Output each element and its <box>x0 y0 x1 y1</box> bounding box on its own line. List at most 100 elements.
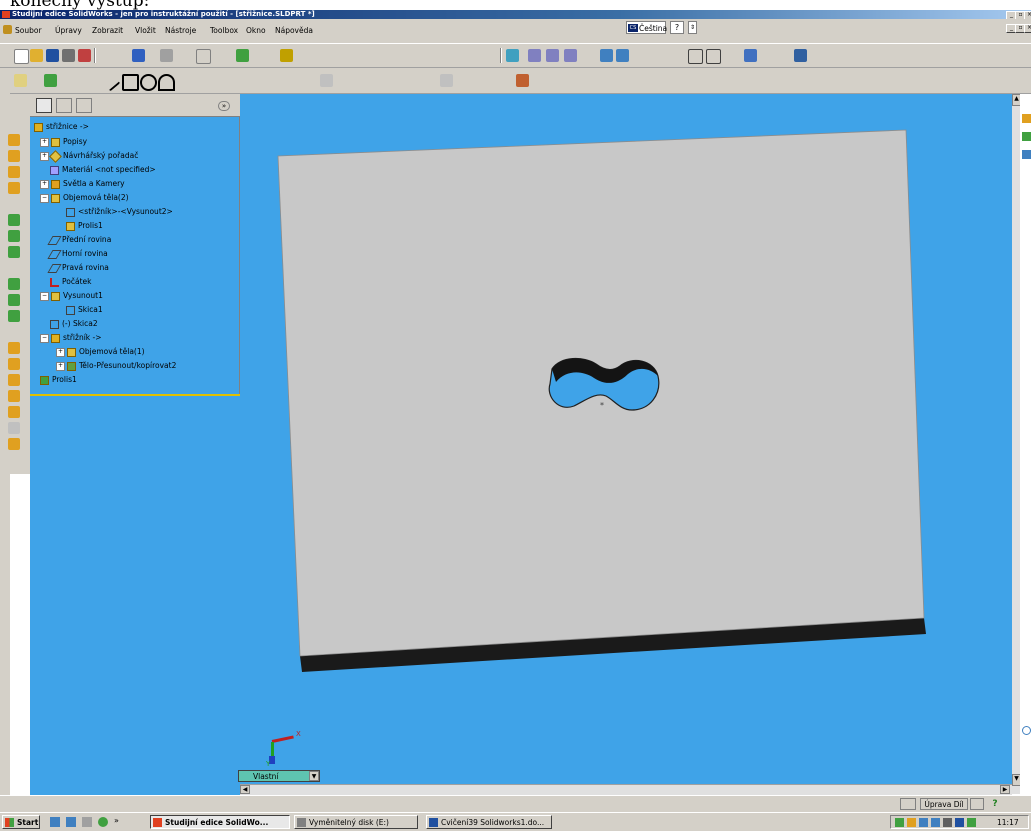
zoom-area-icon[interactable] <box>546 49 559 62</box>
menu-soubor[interactable]: Soubor <box>15 26 42 35</box>
help-icon[interactable]: ? <box>670 21 684 34</box>
tree-item-extrude1[interactable]: − Vysunout1 <box>40 291 103 301</box>
select-icon[interactable] <box>196 49 211 64</box>
tree-item-front-plane[interactable]: Přední rovina <box>47 235 111 245</box>
expand-icon[interactable]: + <box>40 179 49 189</box>
tree-item-move-copy[interactable]: + Tělo-Přesunout/kopírovat2 <box>56 361 176 371</box>
options-icon[interactable]: ⇕ <box>688 21 697 34</box>
tree-item-top-plane[interactable]: Horní rovina <box>47 249 108 259</box>
doc-close-button[interactable]: × <box>1024 24 1031 33</box>
network-icon[interactable] <box>931 818 940 827</box>
rib-icon[interactable] <box>8 310 20 322</box>
trim-icon[interactable] <box>440 74 453 87</box>
tree-item-sketch2[interactable]: (-) Skica2 <box>50 319 98 329</box>
sweep-icon[interactable] <box>8 166 20 178</box>
pattern-icon[interactable] <box>8 342 20 354</box>
tree-item-body-1[interactable]: <střižník>-<Vysunout2> <box>66 207 173 217</box>
view-orientation-dropdown[interactable]: Vlastní ▼ <box>238 770 320 782</box>
tray-icon[interactable] <box>955 818 964 827</box>
collapse-icon[interactable]: − <box>40 291 49 301</box>
deform-icon[interactable] <box>8 406 20 418</box>
spline-icon[interactable] <box>252 74 265 87</box>
revolve-boss-icon[interactable] <box>8 150 20 162</box>
horizontal-scrollbar[interactable]: ◀ ▶ <box>240 784 1012 795</box>
tree-item-origin[interactable]: Počátek <box>50 277 91 287</box>
tree-item-root[interactable]: střižnice -> <box>34 122 89 132</box>
graphics-area[interactable]: * X Y Vlastní ▼ <box>238 94 1012 784</box>
menu-nastroje[interactable]: Nástroje <box>165 26 196 35</box>
shaded-icon[interactable] <box>744 49 757 62</box>
chevron-right-icon[interactable]: » <box>114 816 119 825</box>
arc-icon[interactable] <box>158 74 175 91</box>
wrap-icon[interactable] <box>8 422 20 434</box>
tree-item-right-plane[interactable]: Pravá rovina <box>47 263 109 273</box>
circle-icon[interactable] <box>140 74 157 91</box>
expand-icon[interactable]: + <box>56 347 65 357</box>
zoom-in-out-icon[interactable] <box>564 49 577 62</box>
menu-vlozit[interactable]: Vložit <box>135 26 156 35</box>
options-icon[interactable] <box>280 49 293 62</box>
show-desktop-icon[interactable] <box>50 817 60 827</box>
player-icon[interactable] <box>98 817 108 827</box>
task-word-document[interactable]: Cvičení39 Solidworks1.do... <box>426 815 552 829</box>
home-icon[interactable] <box>1022 114 1031 123</box>
tree-item-cavity[interactable]: Prolis1 <box>40 375 77 385</box>
open-file-icon[interactable] <box>30 49 43 62</box>
mirror-feature-icon[interactable] <box>8 358 20 370</box>
expand-icon[interactable]: + <box>56 361 65 371</box>
redo-icon[interactable] <box>160 49 173 62</box>
network-icon[interactable] <box>919 818 928 827</box>
media-icon[interactable] <box>82 817 92 827</box>
language-selector[interactable]: Čeština <box>626 21 667 34</box>
tree-item-annotations[interactable]: + Popisy <box>40 137 87 147</box>
tree-item-body-2[interactable]: Prolis1 <box>66 221 103 231</box>
loft-icon[interactable] <box>8 182 20 194</box>
expand-pane-icon[interactable] <box>1022 726 1031 735</box>
collapse-panel-icon[interactable]: » <box>218 101 230 111</box>
tree-item-solid-bodies[interactable]: − Objemová těla(2) <box>40 193 129 203</box>
cut-extrude-icon[interactable] <box>8 214 20 226</box>
view-orientation-icon[interactable] <box>506 49 519 62</box>
tree-item-sketch1[interactable]: Skica1 <box>66 305 103 315</box>
task-solidworks[interactable]: Studijní edice SolidWo... <box>150 815 290 829</box>
library-icon[interactable] <box>1022 132 1031 141</box>
dome-icon[interactable] <box>8 390 20 402</box>
help-icon[interactable]: ? <box>988 798 1002 810</box>
tray-icon[interactable] <box>895 818 904 827</box>
tab-feature-manager[interactable] <box>36 98 52 113</box>
scroll-right-button[interactable]: ▶ <box>1000 785 1010 794</box>
zoom-fit-icon[interactable] <box>528 49 541 62</box>
properties-icon[interactable] <box>78 49 91 62</box>
start-button[interactable]: Start <box>2 815 40 829</box>
browser-icon[interactable] <box>66 817 76 827</box>
explorer-icon[interactable] <box>1022 150 1031 159</box>
fillet-icon[interactable] <box>8 230 20 242</box>
hole-wizard-icon[interactable] <box>8 374 20 386</box>
extrude-boss-icon[interactable] <box>8 134 20 146</box>
tree-item-design-binder[interactable]: + Návrhářský pořadač <box>40 149 138 163</box>
chevron-down-icon[interactable]: ▼ <box>309 771 319 781</box>
tree-item-lights[interactable]: + Světla a Kamery <box>40 179 125 189</box>
repair-sketch-icon[interactable] <box>516 74 529 87</box>
pan-icon[interactable] <box>616 49 629 62</box>
menu-upravy[interactable]: Úpravy <box>55 26 82 35</box>
collapse-icon[interactable]: − <box>40 193 49 203</box>
tray-icon[interactable] <box>967 818 976 827</box>
menu-okno[interactable]: Okno <box>246 26 266 35</box>
undo-icon[interactable] <box>132 49 145 62</box>
print-icon[interactable] <box>62 49 75 62</box>
menu-zobrazit[interactable]: Zobrazit <box>92 26 123 35</box>
expand-icon[interactable]: + <box>40 137 49 147</box>
menu-toolbox[interactable]: Toolbox <box>210 26 238 35</box>
sketch-icon[interactable] <box>14 74 27 87</box>
hidden-lines-icon[interactable] <box>706 49 721 64</box>
tab-property-manager[interactable] <box>56 98 72 113</box>
wireframe-icon[interactable] <box>688 49 703 64</box>
point-icon[interactable] <box>270 74 283 87</box>
tab-configuration-manager[interactable] <box>76 98 92 113</box>
line-icon[interactable] <box>100 71 121 92</box>
task-removable-disk[interactable]: Vyměnitelný disk (E:) <box>294 815 418 829</box>
scroll-left-button[interactable]: ◀ <box>240 785 250 794</box>
new-file-icon[interactable] <box>14 49 29 64</box>
rotate-icon[interactable] <box>600 49 613 62</box>
